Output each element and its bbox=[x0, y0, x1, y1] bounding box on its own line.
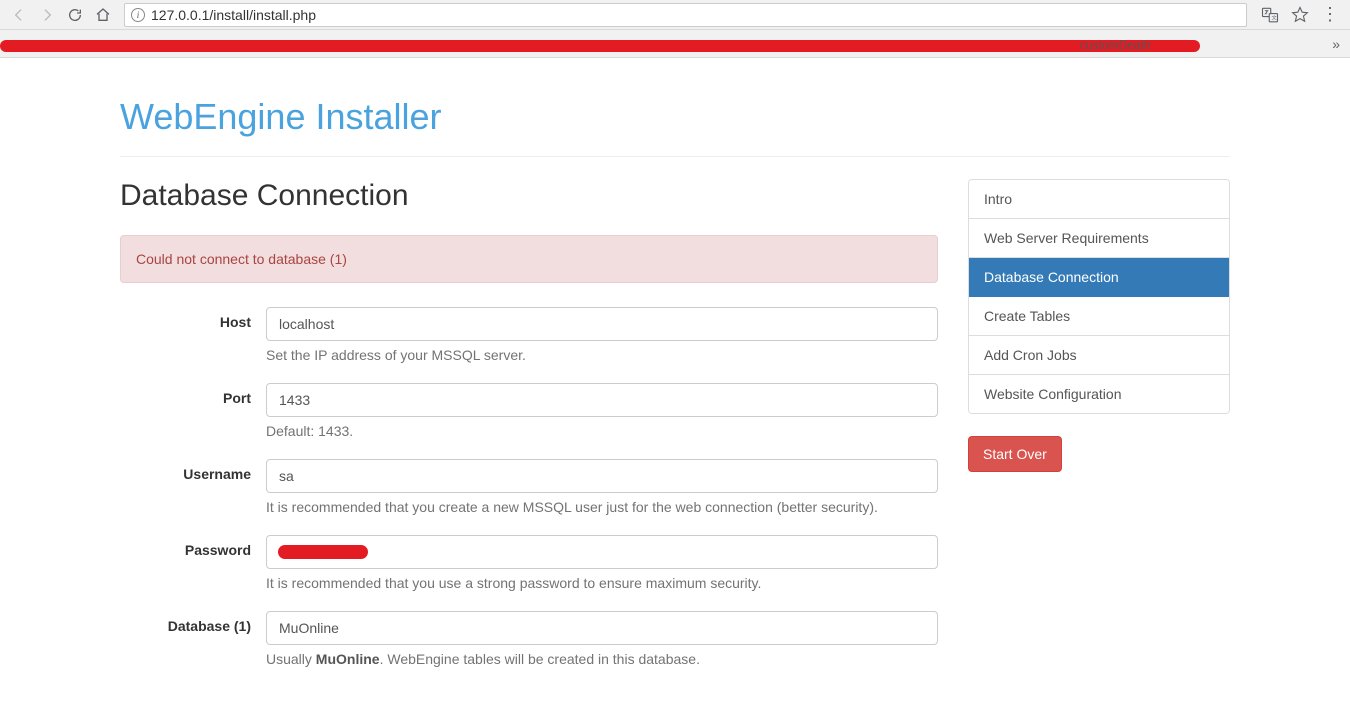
redaction-overlay bbox=[0, 40, 1200, 52]
sidebar: Intro Web Server Requirements Database C… bbox=[968, 179, 1230, 472]
port-input[interactable] bbox=[266, 383, 938, 417]
host-help: Set the IP address of your MSSQL server. bbox=[266, 347, 938, 363]
database1-label: Database (1) bbox=[120, 611, 266, 667]
translate-icon[interactable]: 文 bbox=[1261, 6, 1279, 24]
bookmarks-overflow-icon[interactable]: » bbox=[1332, 36, 1340, 52]
host-label: Host bbox=[120, 307, 266, 363]
sidebar-item-intro[interactable]: Intro bbox=[969, 180, 1229, 219]
page-body: WebEngine Installer Database Connection … bbox=[0, 58, 1350, 707]
sidebar-item-create-tables[interactable]: Create Tables bbox=[969, 297, 1229, 336]
forward-button[interactable] bbox=[36, 4, 58, 26]
start-over-button[interactable]: Start Over bbox=[968, 436, 1062, 472]
username-label: Username bbox=[120, 459, 266, 515]
star-icon[interactable] bbox=[1291, 6, 1309, 24]
sidebar-item-web-server-requirements[interactable]: Web Server Requirements bbox=[969, 219, 1229, 258]
url-bar[interactable]: i 127.0.0.1/install/install.php bbox=[124, 3, 1247, 27]
bookmarks-bar: customDeath » bbox=[0, 30, 1350, 58]
bookmark-peek: customDeath bbox=[1080, 38, 1151, 52]
error-message: Could not connect to database (1) bbox=[136, 251, 347, 267]
steps-list: Intro Web Server Requirements Database C… bbox=[968, 179, 1230, 414]
back-button[interactable] bbox=[8, 4, 30, 26]
password-label: Password bbox=[120, 535, 266, 591]
redaction-overlay bbox=[278, 545, 368, 559]
port-help: Default: 1433. bbox=[266, 423, 938, 439]
sidebar-item-website-configuration[interactable]: Website Configuration bbox=[969, 375, 1229, 413]
page-title: WebEngine Installer bbox=[120, 96, 1230, 138]
username-help: It is recommended that you create a new … bbox=[266, 499, 938, 515]
reload-button[interactable] bbox=[64, 4, 86, 26]
divider bbox=[120, 156, 1230, 157]
form-row-username: Username It is recommended that you crea… bbox=[120, 459, 938, 515]
port-label: Port bbox=[120, 383, 266, 439]
home-button[interactable] bbox=[92, 4, 114, 26]
host-input[interactable] bbox=[266, 307, 938, 341]
form-row-port: Port Default: 1433. bbox=[120, 383, 938, 439]
form-row-password: Password It is recommended that you use … bbox=[120, 535, 938, 591]
sidebar-item-database-connection[interactable]: Database Connection bbox=[969, 258, 1229, 297]
database1-input[interactable] bbox=[266, 611, 938, 645]
form-row-database1: Database (1) Usually MuOnline. WebEngine… bbox=[120, 611, 938, 667]
password-help: It is recommended that you use a strong … bbox=[266, 575, 938, 591]
username-input[interactable] bbox=[266, 459, 938, 493]
database1-help: Usually MuOnline. WebEngine tables will … bbox=[266, 651, 938, 667]
error-alert: Could not connect to database (1) bbox=[120, 235, 938, 283]
browser-toolbar: i 127.0.0.1/install/install.php 文 ⋮ bbox=[0, 0, 1350, 30]
section-heading: Database Connection bbox=[120, 179, 938, 213]
sidebar-item-add-cron-jobs[interactable]: Add Cron Jobs bbox=[969, 336, 1229, 375]
form-row-host: Host Set the IP address of your MSSQL se… bbox=[120, 307, 938, 363]
site-info-icon[interactable]: i bbox=[131, 8, 145, 22]
main-content: Database Connection Could not connect to… bbox=[120, 179, 938, 687]
url-text: 127.0.0.1/install/install.php bbox=[151, 7, 316, 23]
browser-menu-icon[interactable]: ⋮ bbox=[1321, 4, 1338, 25]
